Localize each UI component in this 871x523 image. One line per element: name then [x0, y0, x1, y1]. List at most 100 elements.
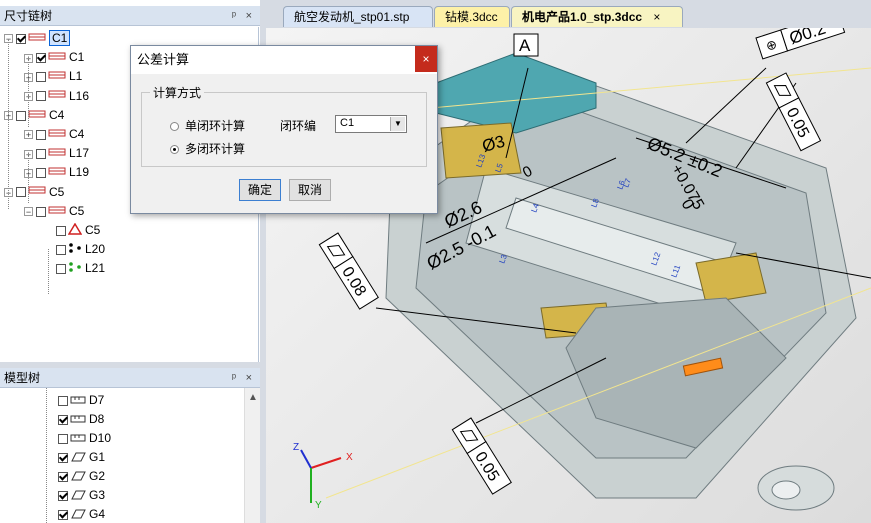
flatness-icon	[70, 468, 86, 486]
expand-icon[interactable]: +	[24, 130, 33, 140]
tree-item-label: G2	[89, 469, 106, 483]
tab-jig-label: 钻模.3dcc	[445, 10, 498, 24]
chain-tree-item[interactable]: + L1	[24, 67, 82, 85]
tree-item-label: C1	[49, 30, 71, 46]
tree-item-label: L1	[69, 69, 83, 84]
tree-checkbox[interactable]	[58, 471, 68, 482]
chain-icon	[48, 87, 66, 105]
ok-button[interactable]: 确定	[239, 179, 281, 201]
model-tree-item[interactable]: G3	[58, 486, 105, 504]
model-tree-item[interactable]: G4	[58, 505, 105, 523]
chain-tree-item[interactable]: + L16	[24, 87, 89, 105]
tolerance-dialog: 公差计算 × 计算方式 单闭环计算 多闭环计算 闭环编 C1 ▼ 确定 取消	[130, 45, 438, 214]
chain-icon	[28, 183, 46, 201]
tree-checkbox[interactable]	[58, 490, 68, 501]
cancel-button[interactable]: 取消	[289, 179, 331, 201]
axis-x-label: X	[346, 452, 353, 463]
tree-checkbox[interactable]	[56, 264, 66, 275]
radio-multi-label: 多闭环计算	[185, 142, 246, 156]
tree-checkbox[interactable]	[58, 395, 68, 406]
tree-checkbox[interactable]	[36, 149, 46, 160]
tree-checkbox[interactable]	[36, 72, 46, 83]
flatness-icon	[70, 449, 86, 467]
model-panel-title-text: 模型树	[4, 371, 41, 385]
fcf-flat-left: 0.08	[318, 232, 379, 310]
chain-tree-item[interactable]: + L19	[24, 163, 89, 181]
tree-connector	[46, 388, 47, 523]
radio-single-row[interactable]: 单闭环计算	[170, 117, 245, 134]
tab-engine[interactable]: 航空发动机_stp01.stp	[283, 6, 433, 27]
pin-icon[interactable]: ᵖ	[232, 6, 236, 26]
group-label: 计算方式	[150, 84, 205, 101]
tree-item-label: C4	[69, 127, 85, 141]
radio-single[interactable]	[170, 122, 179, 132]
chain-tree-item[interactable]: + C1	[24, 48, 84, 66]
tree-checkbox[interactable]	[36, 53, 46, 64]
tab-close-icon[interactable]: ×	[653, 10, 660, 24]
model-panel-title: 模型树 ᵖ ×	[0, 368, 260, 388]
tree-checkbox[interactable]	[16, 187, 26, 198]
tree-checkbox[interactable]	[16, 33, 26, 44]
chain-tree-item[interactable]: − C5	[24, 202, 84, 220]
model-tree-item[interactable]: D10	[58, 429, 111, 447]
radio-multi-row[interactable]: 多闭环计算	[170, 140, 245, 157]
model-tree-item[interactable]: G2	[58, 467, 105, 485]
axis-x-line	[310, 457, 342, 469]
fcf-top-right-value: Ø0.2	[787, 28, 828, 48]
model-tree-item[interactable]: D7	[58, 391, 104, 409]
close-icon[interactable]: ×	[246, 368, 252, 388]
chain-tree-item[interactable]: + C4	[4, 106, 64, 124]
chain-tree-item[interactable]: − C5	[4, 183, 64, 201]
tree-item-label: C4	[49, 107, 65, 122]
chain-tree-item[interactable]: − C1	[4, 29, 71, 48]
chain-icon	[28, 107, 46, 125]
triangle-icon	[67, 222, 83, 240]
tree-checkbox[interactable]	[56, 225, 66, 236]
shaft-tip	[771, 480, 801, 500]
chain-icon	[48, 68, 66, 86]
model-tree-item[interactable]: D8	[58, 410, 104, 428]
tree-item-label: G4	[89, 507, 106, 521]
chevron-down-icon[interactable]: ▼	[390, 117, 405, 131]
dialog-close-button[interactable]: ×	[415, 46, 437, 72]
chain-icon	[28, 30, 46, 48]
tree-checkbox[interactable]	[58, 452, 68, 463]
calc-method-group: 计算方式 单闭环计算 多闭环计算 闭环编 C1 ▼	[141, 84, 427, 167]
tree-checkbox[interactable]	[58, 509, 68, 520]
chain-tree-item[interactable]: L20	[44, 240, 105, 258]
bearing-top	[440, 122, 522, 179]
loop-select[interactable]: C1 ▼	[335, 115, 407, 133]
chain-tree-item[interactable]: + L17	[24, 144, 89, 162]
tree-item-label: L19	[69, 165, 90, 180]
tab-product[interactable]: 机电产品1.0_stp.3dcc ×	[511, 6, 683, 27]
tree-checkbox[interactable]	[36, 91, 46, 102]
scroll-up-icon[interactable]: ▲	[245, 392, 261, 403]
axis-z-label: Z	[293, 442, 299, 453]
chain-tree-item[interactable]: + C4	[24, 125, 84, 143]
tree-checkbox[interactable]	[36, 129, 46, 140]
chain-tree-item[interactable]: L21	[44, 259, 105, 277]
fcf-flat-bottom: 0.05	[451, 417, 512, 495]
tree-item-label: D8	[89, 412, 105, 426]
model-tree-scrollbar[interactable]: ▲	[244, 388, 261, 523]
tree-checkbox[interactable]	[58, 414, 68, 425]
chain-panel-title: 尺寸链树 ᵖ ×	[0, 6, 260, 26]
dots-icon	[68, 241, 82, 259]
axis-y-label: Y	[315, 500, 322, 511]
tree-checkbox[interactable]	[36, 168, 46, 179]
chain-icon	[48, 164, 66, 182]
dialog-titlebar[interactable]: 公差计算 ×	[131, 46, 437, 74]
tab-jig[interactable]: 钻模.3dcc	[434, 6, 510, 27]
radio-multi[interactable]	[170, 145, 179, 155]
datum-label: A	[519, 36, 531, 55]
model-tree-item[interactable]: G1	[58, 448, 105, 466]
tree-checkbox[interactable]	[58, 433, 68, 444]
close-icon[interactable]: ×	[246, 6, 252, 26]
tree-checkbox[interactable]	[56, 245, 66, 256]
pin-icon[interactable]: ᵖ	[232, 368, 236, 388]
chain-tree-item[interactable]: C5	[44, 221, 100, 239]
collapse-icon[interactable]: −	[24, 207, 33, 217]
tree-checkbox[interactable]	[16, 110, 26, 121]
tree-checkbox[interactable]	[36, 206, 46, 217]
chain-panel-title-text: 尺寸链树	[4, 9, 53, 23]
